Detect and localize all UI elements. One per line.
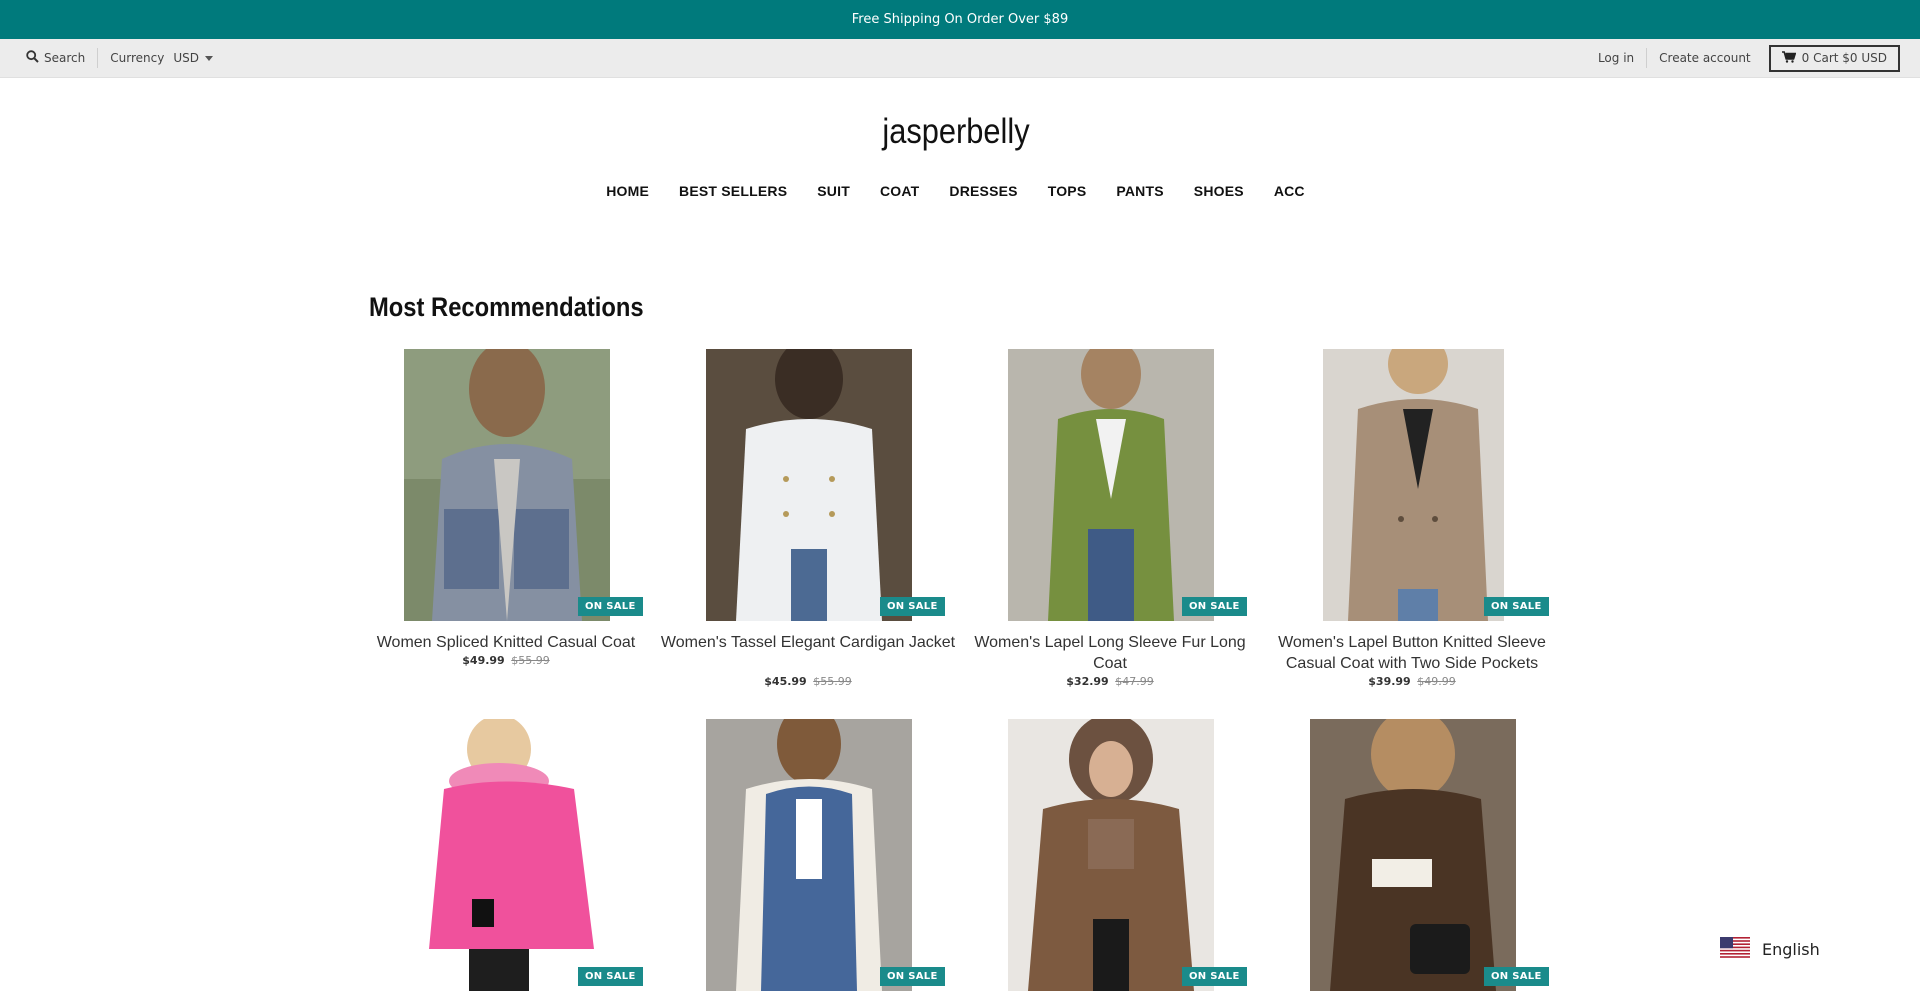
divider (1646, 48, 1648, 68)
create-account-link[interactable]: Create account (1659, 51, 1751, 65)
product-price: $32.99 $47.99 (960, 675, 1260, 688)
nav-item-best-sellers[interactable]: BEST SELLERS (664, 183, 802, 199)
sale-badge: ON SALE (578, 967, 643, 986)
nav-item-tops[interactable]: TOPS (1033, 183, 1102, 199)
compare-price: $55.99 (813, 675, 852, 688)
cart-icon (1781, 50, 1797, 66)
announcement-text: Free Shipping On Order Over $89 (851, 12, 1069, 27)
product-image[interactable] (1310, 719, 1516, 991)
us-flag-icon (1720, 937, 1750, 962)
currency-value: USD (173, 51, 199, 65)
nav-item-pants[interactable]: PANTS (1101, 183, 1178, 199)
nav-item-dresses[interactable]: DRESSES (934, 183, 1032, 199)
compare-price: $47.99 (1115, 675, 1154, 688)
announcement-bar: Free Shipping On Order Over $89 (0, 0, 1920, 39)
product-image[interactable] (706, 349, 912, 621)
sale-badge: ON SALE (880, 967, 945, 986)
cart-button[interactable]: 0 Cart $0 USD (1768, 44, 1900, 72)
language-label: English (1762, 940, 1820, 959)
compare-price: $55.99 (511, 654, 550, 667)
sale-badge: ON SALE (578, 597, 643, 616)
cart-label: 0 Cart $0 USD (1801, 51, 1887, 65)
sale-badge: ON SALE (880, 597, 945, 616)
search-label: Search (44, 51, 86, 65)
search-icon (26, 50, 39, 66)
product-title[interactable]: Women's Tassel Elegant Cardigan Jacket (658, 632, 958, 653)
product-price: $39.99 $49.99 (1262, 675, 1562, 688)
product-price: $45.99 $55.99 (658, 675, 958, 688)
product-image[interactable] (706, 719, 912, 991)
nav-item-suit[interactable]: SUIT (802, 183, 865, 199)
divider (97, 48, 99, 68)
sale-price: $39.99 (1368, 675, 1411, 688)
product-title[interactable]: Women's Lapel Long Sleeve Fur Long Coat (960, 632, 1260, 674)
sale-price: $49.99 (462, 654, 505, 667)
login-link[interactable]: Log in (1598, 51, 1634, 65)
sale-price: $32.99 (1066, 675, 1109, 688)
product-title[interactable]: Women Spliced Knitted Casual Coat (356, 632, 656, 653)
search-button[interactable]: Search (26, 50, 85, 66)
section-title: Most Recommendations (369, 292, 644, 322)
nav-item-acc[interactable]: ACC (1259, 183, 1320, 199)
compare-price: $49.99 (1417, 675, 1456, 688)
product-image[interactable] (1008, 719, 1214, 991)
site-logo[interactable]: jasperbelly (115, 112, 1798, 152)
product-image[interactable] (1323, 349, 1504, 621)
language-selector[interactable]: English (1720, 937, 1820, 962)
sale-badge: ON SALE (1182, 597, 1247, 616)
product-price: $49.99 $55.99 (356, 654, 656, 667)
sale-badge: ON SALE (1182, 967, 1247, 986)
sale-badge: ON SALE (1484, 597, 1549, 616)
utility-bar: Search Currency USD Log in Create accoun… (0, 39, 1920, 78)
chevron-down-icon (204, 55, 213, 61)
product-image[interactable] (414, 719, 597, 991)
sale-price: $45.99 (764, 675, 807, 688)
sale-badge: ON SALE (1484, 967, 1549, 986)
nav-item-shoes[interactable]: SHOES (1179, 183, 1259, 199)
nav-item-home[interactable]: HOME (591, 183, 664, 199)
product-image[interactable] (1008, 349, 1214, 621)
nav-item-coat[interactable]: COAT (865, 183, 934, 199)
main-nav: HOME BEST SELLERS SUIT COAT DRESSES TOPS… (0, 183, 1911, 199)
currency-label: Currency (110, 51, 165, 65)
currency-dropdown[interactable]: USD (173, 51, 213, 65)
currency-selector: Currency USD (110, 51, 213, 65)
product-title[interactable]: Women's Lapel Button Knitted Sleeve Casu… (1262, 632, 1562, 674)
product-image[interactable] (404, 349, 610, 621)
